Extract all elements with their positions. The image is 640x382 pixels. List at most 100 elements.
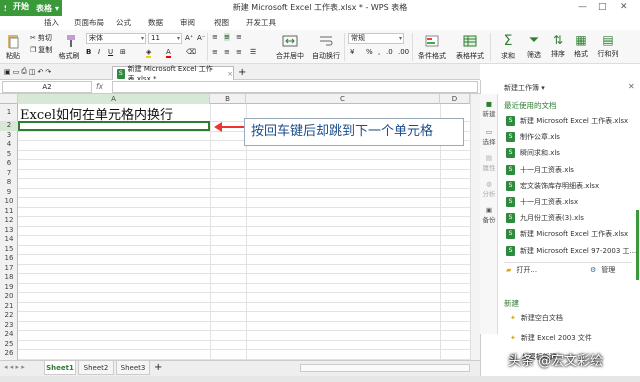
merge-center-button[interactable]: 合并居中 [274,33,306,61]
align-bottom-button[interactable]: ≡ [236,33,242,41]
recent-doc-item[interactable]: S 宏文装饰库存明细表.xlsx [506,180,599,191]
new-tab-button[interactable]: + [238,67,246,78]
open-folder-icon[interactable]: ▭ [13,68,20,76]
row-header[interactable]: 12 [0,216,18,226]
filter-button[interactable]: ⏷ 筛选 [522,33,546,60]
selected-cell-a2[interactable] [18,121,210,131]
row-header[interactable]: 17 [0,264,18,274]
row-header[interactable]: 15 [0,245,18,255]
row-header[interactable]: 4 [0,140,18,150]
document-tab[interactable]: S 新建 Microsoft Excel 工作表.xlsx * × [112,65,234,83]
align-top-button[interactable]: ≡ [212,33,218,41]
side-property-button[interactable]: ▤ 属性 [481,154,497,172]
column-header-a[interactable]: A [18,94,210,104]
sum-button[interactable]: Σ 求和 [496,33,520,61]
row-header[interactable]: 2 [0,121,18,131]
recent-doc-item[interactable]: S 新建 Microsoft Excel 97-2003 工... [506,245,636,256]
row-header[interactable]: 20 [0,292,18,302]
align-right-button[interactable]: ≡ [236,48,242,56]
print-preview-icon[interactable]: ◫ [29,68,36,76]
align-middle-button[interactable]: ≡ [224,33,230,41]
row-header[interactable]: 23 [0,321,18,331]
wrap-text-button[interactable]: 自动换行 [310,33,342,61]
redo-icon[interactable]: ↷ [45,68,51,76]
justify-button[interactable]: ☰ [250,48,256,56]
task-pane-title[interactable]: 新建工作簿 ▾ [504,83,545,93]
menu-tab-view[interactable]: 视图 [214,17,229,28]
row-header[interactable]: 16 [0,254,18,264]
name-box[interactable]: A2 [2,81,92,93]
manage-button[interactable]: ⚙ 管理 [590,265,615,275]
vertical-scrollbar[interactable] [470,94,480,360]
row-header[interactable]: 1 [0,104,18,121]
save-icon[interactable]: ▣ [4,68,11,76]
close-button[interactable]: ✕ [620,2,628,12]
underline-button[interactable]: U [108,48,113,56]
column-header-d[interactable]: D [440,94,470,104]
function-icon[interactable]: fx [96,82,103,91]
row-header[interactable]: 8 [0,178,18,188]
row-header[interactable]: 24 [0,330,18,340]
pane-scroll-indicator[interactable] [636,210,639,280]
column-header-c[interactable]: C [246,94,440,104]
undo-icon[interactable]: ↶ [37,68,43,76]
paste-button[interactable]: 粘贴 [4,33,22,61]
thousands-button[interactable]: , [378,48,380,56]
new-excel2003-button[interactable]: ✦ 新建 Excel 2003 文件 [510,333,592,343]
menu-tab-data[interactable]: 数据 [148,17,163,28]
print-icon[interactable]: ⎙ [21,67,27,76]
menu-tab-review[interactable]: 审阅 [180,17,195,28]
formula-input[interactable] [112,81,478,93]
decrease-font-button[interactable]: A⁻ [197,34,205,42]
align-center-button[interactable]: ≡ [224,48,230,56]
font-size-select[interactable]: 11 ▾ [148,33,182,44]
cut-button[interactable]: ✂ 剪切 [30,33,52,43]
select-all-corner[interactable] [0,94,18,104]
side-select-button[interactable]: ▭ 选择 [481,128,497,146]
increase-font-button[interactable]: A⁺ [185,34,193,42]
menu-tab-home[interactable]: 开始 [6,0,36,14]
new-blank-doc-button[interactable]: ✦ 新建空白文档 [510,313,563,323]
recent-doc-item[interactable]: S 九月份工资表(3).xls [506,213,584,224]
recent-doc-item[interactable]: S 新建 Microsoft Excel 工作表.xlsx [506,229,628,240]
font-family-select[interactable]: 宋体 ▾ [86,33,146,44]
menu-tab-page-layout[interactable]: 页面布局 [74,17,104,28]
row-header[interactable]: 21 [0,302,18,312]
row-header[interactable]: 26 [0,349,18,359]
row-header[interactable]: 9 [0,188,18,198]
side-new-button[interactable]: ■ 新建 [481,100,497,118]
italic-button[interactable]: I [98,48,100,56]
row-header[interactable]: 18 [0,273,18,283]
row-header[interactable]: 25 [0,340,18,350]
close-tab-icon[interactable]: × [227,70,233,78]
side-analysis-button[interactable]: ◍ 分析 [481,180,497,198]
row-column-button[interactable]: ▤ 行和列 [594,33,622,59]
format-painter-button[interactable]: 格式刷 [58,33,80,61]
row-header[interactable]: 3 [0,131,18,141]
add-sheet-button[interactable]: + [154,362,162,373]
row-header[interactable]: 13 [0,226,18,236]
maximize-button[interactable]: □ [598,2,607,12]
sheet-tab-2[interactable]: Sheet2 [78,361,114,375]
row-header[interactable]: 19 [0,283,18,293]
horizontal-scrollbar[interactable] [300,364,470,372]
percent-button[interactable]: % [366,48,373,56]
recent-doc-item[interactable]: S 新建 Microsoft Excel 工作表.xlsx [506,116,628,126]
side-backup-button[interactable]: ▣ 备份 [481,206,497,224]
number-format-select[interactable]: 常规 ▾ [348,33,404,44]
menu-tab-developer[interactable]: 开发工具 [246,17,276,28]
row-header[interactable]: 11 [0,207,18,217]
row-header[interactable]: 7 [0,169,18,179]
minimize-button[interactable]: — [578,2,587,12]
column-header-b[interactable]: B [210,94,246,104]
font-color-button[interactable]: A [166,48,171,58]
row-header[interactable]: 6 [0,159,18,169]
open-button[interactable]: ▰ 打开... [506,265,537,275]
currency-button[interactable]: ¥ [350,48,354,56]
copy-button[interactable]: ❐ 复制 [30,45,52,55]
sheet-tab-1[interactable]: Sheet1 [44,361,76,375]
increase-decimal-button[interactable]: .0 [386,48,393,56]
recent-doc-item[interactable]: S 十一月工资表.xlsx [506,197,578,207]
sort-button[interactable]: ⇅ 排序 [546,33,570,59]
recent-doc-item[interactable]: S 制作公章.xls [506,132,560,143]
